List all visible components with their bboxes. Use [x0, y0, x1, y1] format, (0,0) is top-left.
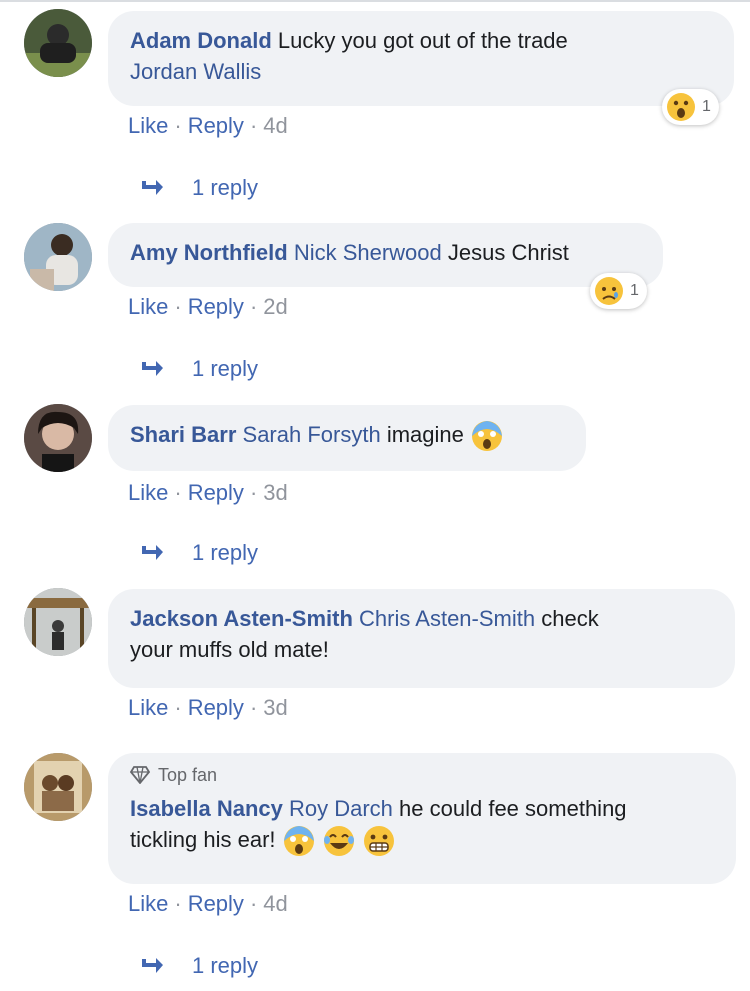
comment-author[interactable]: Amy Northfield	[130, 240, 288, 265]
replies-count[interactable]: 1 reply	[192, 356, 258, 382]
top-fan-badge: Top fan	[130, 763, 714, 787]
view-replies-link[interactable]: 1 reply	[140, 953, 258, 979]
like-link[interactable]: Like	[128, 695, 168, 721]
separator-dot: ·	[249, 294, 258, 319]
view-replies-link[interactable]: 1 reply	[140, 356, 258, 382]
comment-author[interactable]: Shari Barr	[130, 422, 236, 447]
comment-author[interactable]: Adam Donald	[130, 28, 272, 53]
separator-dot: ·	[174, 480, 182, 505]
mention-link[interactable]: Nick Sherwood	[294, 240, 442, 265]
reply-arrow-icon	[142, 545, 163, 560]
like-link[interactable]: Like	[128, 480, 168, 506]
reply-link[interactable]: Reply	[188, 294, 244, 320]
comment-bubble: Shari Barr Sarah Forsyth imagine	[108, 405, 586, 471]
separator-dot: ·	[249, 891, 258, 916]
mention-link[interactable]: Sarah Forsyth	[243, 422, 381, 447]
badge-label: Top fan	[158, 765, 218, 785]
sad-emoji-icon	[595, 277, 623, 305]
separator-dot: ·	[249, 480, 258, 505]
separator-dot: ·	[249, 113, 258, 138]
reply-link[interactable]: Reply	[188, 891, 244, 917]
timestamp[interactable]: 4d	[263, 113, 287, 139]
top-divider	[0, 0, 750, 8]
avatar[interactable]	[24, 753, 92, 821]
comment-bubble: Jackson Asten-Smith Chris Asten-Smith ch…	[108, 589, 735, 688]
joy-emoji-icon	[323, 826, 354, 857]
timestamp[interactable]: 4d	[263, 891, 287, 917]
separator-dot: ·	[174, 891, 182, 916]
diamond-icon	[130, 766, 150, 784]
replies-count[interactable]: 1 reply	[192, 953, 258, 979]
avatar[interactable]	[24, 588, 92, 656]
replies-count[interactable]: 1 reply	[192, 540, 258, 566]
comment-author[interactable]: Isabella Nancy	[130, 796, 283, 821]
mention-link[interactable]: Jordan Wallis	[130, 59, 261, 84]
reply-arrow-icon	[142, 180, 163, 195]
scream-emoji-icon	[471, 421, 502, 452]
grimace-emoji-icon	[363, 826, 394, 857]
comment-actions: Like · Reply · 2d	[128, 294, 288, 320]
avatar[interactable]	[24, 9, 92, 77]
comment-text: he could fee something	[399, 796, 627, 821]
comment-text: imagine	[386, 422, 464, 447]
replies-count[interactable]: 1 reply	[192, 175, 258, 201]
avatar[interactable]	[24, 223, 92, 291]
reply-link[interactable]: Reply	[188, 480, 244, 506]
mention-link[interactable]: Roy Darch	[289, 796, 393, 821]
comment-bubble: Top fan Isabella Nancy Roy Darch he coul…	[108, 753, 736, 884]
reaction-summary[interactable]: 1	[590, 273, 647, 309]
timestamp[interactable]: 3d	[263, 480, 287, 506]
reply-arrow-icon	[142, 361, 163, 376]
separator-dot: ·	[174, 695, 182, 720]
timestamp[interactable]: 3d	[263, 695, 287, 721]
comment-bubble: Adam Donald Lucky you got out of the tra…	[108, 11, 734, 106]
comment-text: your muffs old mate!	[130, 637, 329, 662]
like-link[interactable]: Like	[128, 891, 168, 917]
comment-actions: Like · Reply · 3d	[128, 480, 288, 506]
like-link[interactable]: Like	[128, 113, 168, 139]
reaction-count: 1	[630, 282, 639, 299]
reply-link[interactable]: Reply	[188, 695, 244, 721]
view-replies-link[interactable]: 1 reply	[140, 175, 258, 201]
comment-text: check	[541, 606, 599, 631]
mention-link[interactable]: Chris Asten-Smith	[359, 606, 535, 631]
reply-link[interactable]: Reply	[188, 113, 244, 139]
reaction-summary[interactable]: 1	[662, 89, 719, 125]
comment-actions: Like · Reply · 4d	[128, 891, 288, 917]
scream-emoji-icon	[283, 826, 314, 857]
timestamp[interactable]: 2d	[263, 294, 287, 320]
wow-emoji-icon	[667, 93, 695, 121]
comment-actions: Like · Reply · 4d	[128, 113, 288, 139]
comment-author[interactable]: Jackson Asten-Smith	[130, 606, 353, 631]
comment-actions: Like · Reply · 3d	[128, 695, 288, 721]
separator-dot: ·	[174, 113, 182, 138]
comment-text: Jesus Christ	[447, 240, 569, 265]
like-link[interactable]: Like	[128, 294, 168, 320]
reaction-count: 1	[702, 98, 711, 115]
avatar[interactable]	[24, 404, 92, 472]
comment-bubble: Amy Northfield Nick Sherwood Jesus Chris…	[108, 223, 663, 287]
separator-dot: ·	[174, 294, 182, 319]
view-replies-link[interactable]: 1 reply	[140, 540, 258, 566]
comment-text: tickling his ear!	[130, 827, 276, 852]
reply-arrow-icon	[142, 958, 163, 973]
comment-text: Lucky you got out of the trade	[277, 28, 568, 53]
separator-dot: ·	[249, 695, 258, 720]
